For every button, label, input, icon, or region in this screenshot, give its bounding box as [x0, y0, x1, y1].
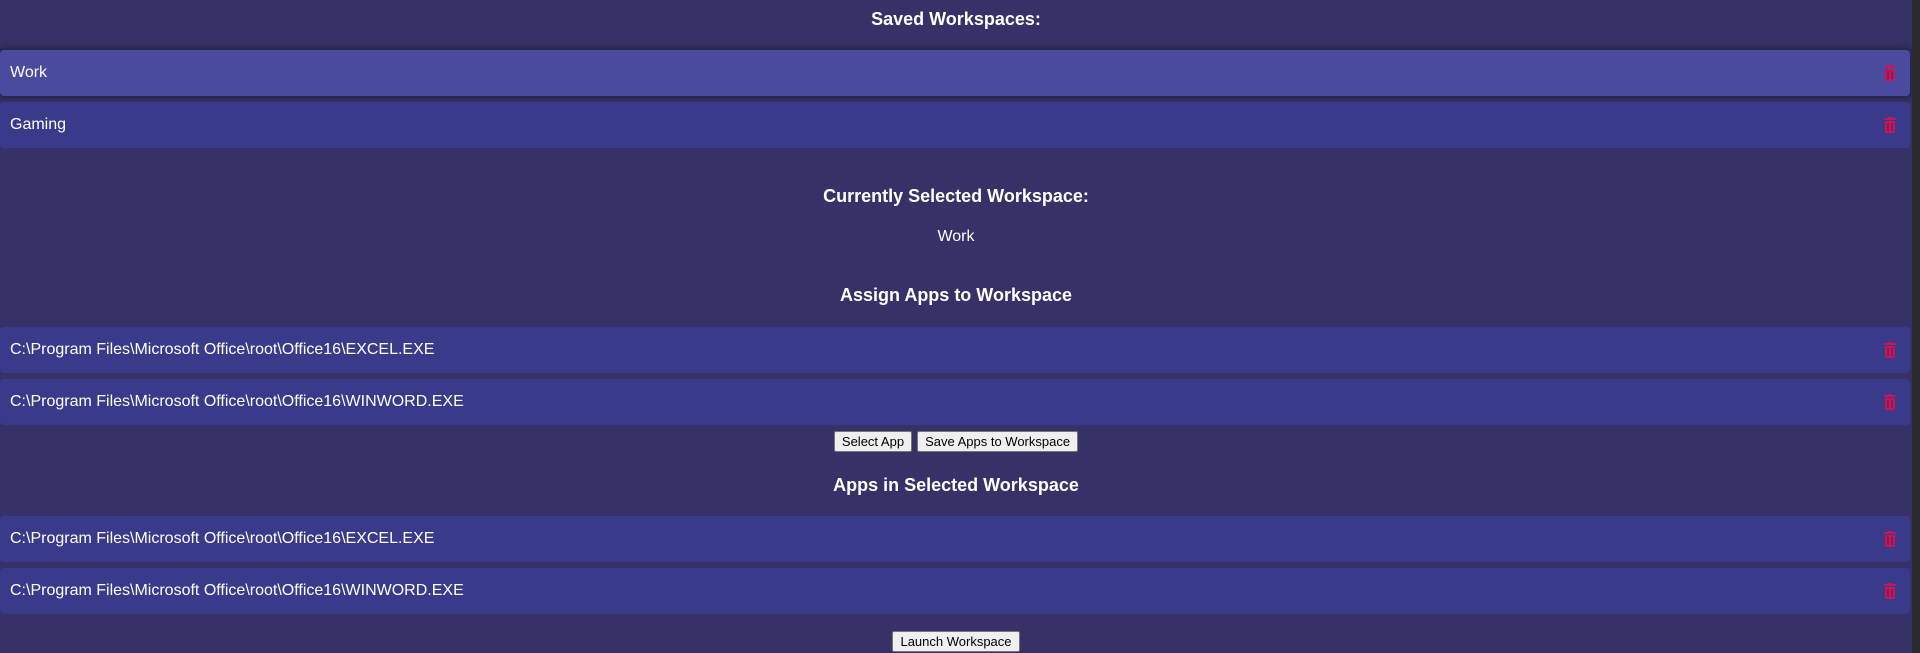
select-app-button[interactable]: Select App	[833, 431, 913, 452]
current-workspace-name: Work	[937, 228, 975, 245]
trash-icon[interactable]	[1884, 531, 1896, 547]
assign-app-item[interactable]: C:\Program Files\Microsoft Office\root\O…	[0, 379, 1910, 425]
trash-icon[interactable]	[1884, 394, 1896, 410]
trash-icon[interactable]	[1884, 117, 1896, 133]
window-edge	[1912, 0, 1920, 653]
workspace-item-gaming[interactable]: Gaming	[0, 102, 1910, 148]
app-path-label: C:\Program Files\Microsoft Office\root\O…	[10, 341, 435, 358]
app-path-label: C:\Program Files\Microsoft Office\root\O…	[10, 582, 464, 599]
assign-app-item[interactable]: C:\Program Files\Microsoft Office\root\O…	[0, 327, 1910, 373]
saved-workspaces-heading: Saved Workspaces:	[871, 9, 1041, 29]
trash-icon[interactable]	[1884, 65, 1896, 81]
workspace-manager: Saved Workspaces: Work Gaming Currently …	[0, 0, 1912, 653]
assign-actions: Select App Save Apps to Workspace	[0, 431, 1912, 452]
workspace-item-label: Work	[10, 64, 48, 81]
assign-apps-heading: Assign Apps to Workspace	[839, 285, 1073, 305]
current-workspace-heading: Currently Selected Workspace:	[823, 186, 1089, 206]
workspace-item-work[interactable]: Work	[0, 50, 1910, 96]
save-apps-button[interactable]: Save Apps to Workspace	[917, 431, 1079, 452]
trash-icon[interactable]	[1884, 342, 1896, 358]
workspace-app-item[interactable]: C:\Program Files\Microsoft Office\root\O…	[0, 568, 1910, 614]
app-path-label: C:\Program Files\Microsoft Office\root\O…	[10, 530, 435, 547]
launch-actions: Launch Workspace	[0, 631, 1912, 652]
apps-in-workspace-heading: Apps in Selected Workspace	[833, 475, 1079, 495]
trash-icon[interactable]	[1884, 583, 1896, 599]
workspace-app-item[interactable]: C:\Program Files\Microsoft Office\root\O…	[0, 516, 1910, 562]
launch-workspace-button[interactable]: Launch Workspace	[892, 631, 1020, 652]
workspace-item-label: Gaming	[10, 116, 67, 133]
app-path-label: C:\Program Files\Microsoft Office\root\O…	[10, 393, 464, 410]
